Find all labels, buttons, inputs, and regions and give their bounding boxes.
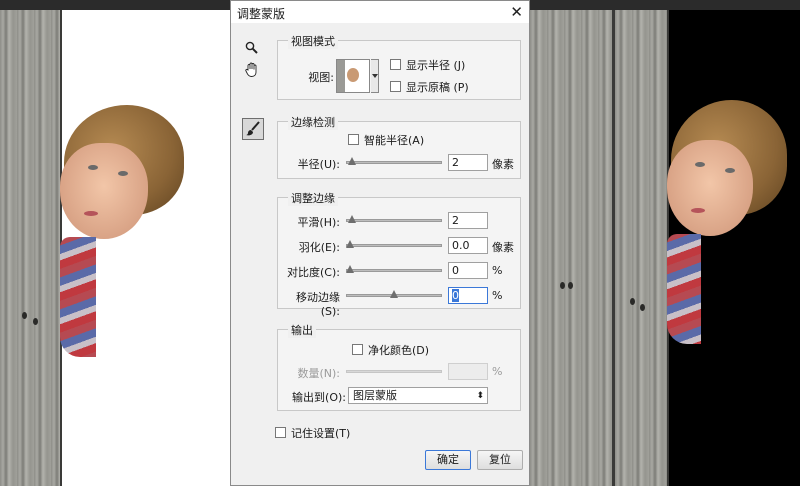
- reset-button[interactable]: 复位: [477, 450, 523, 470]
- amount-unit: %: [492, 365, 503, 378]
- output-to-value: 图层蒙版: [353, 389, 397, 402]
- amount-label: 数量(N):: [297, 367, 340, 380]
- boy-eye: [695, 162, 705, 167]
- view-thumbnail-preview: [347, 68, 359, 82]
- refine-radius-brush-icon[interactable]: [242, 118, 264, 140]
- contrast-unit: %: [492, 264, 503, 277]
- view-mode-dropdown-arrow[interactable]: [371, 59, 379, 93]
- radius-slider-thumb[interactable]: [347, 157, 356, 165]
- remember-settings-label: 记住设置(T): [291, 427, 351, 440]
- left-boy-photo: [60, 105, 190, 365]
- boy-eye: [725, 168, 735, 173]
- left-wood-plank: [0, 10, 60, 486]
- zoom-tool-icon[interactable]: [245, 41, 258, 58]
- output-to-select[interactable]: 图层蒙版 ⬍: [348, 387, 488, 404]
- amount-input: [448, 363, 488, 380]
- view-mode-legend: 视图模式: [288, 33, 338, 49]
- contrast-slider-track[interactable]: [346, 269, 442, 272]
- contrast-input[interactable]: 0: [448, 262, 488, 279]
- radius-slider-track[interactable]: [346, 161, 442, 164]
- feather-slider-thumb[interactable]: [346, 240, 354, 248]
- view-mode-group: 视图模式 视图: 显示半径 (J) 显示原稿 (P): [277, 33, 521, 100]
- shift-edge-slider-thumb[interactable]: [390, 290, 398, 298]
- adjust-edge-group: 调整边缘 平滑(H): 2 羽化(E): 0.0 像素 对比度(C): 0 % …: [277, 190, 521, 318]
- radius-input[interactable]: 2: [448, 154, 488, 171]
- remember-settings-checkbox[interactable]: [275, 427, 286, 438]
- shift-edge-label: 移动边缘(S):: [296, 291, 340, 318]
- smooth-slider-thumb[interactable]: [347, 215, 356, 223]
- contrast-slider-thumb[interactable]: [346, 265, 354, 273]
- dropdown-arrow-icon: ⬍: [476, 391, 484, 401]
- show-original-label: 显示原稿 (P): [406, 81, 469, 94]
- right-wood-plank: [530, 10, 612, 486]
- feather-input[interactable]: 0.0: [448, 237, 488, 254]
- hand-tool-icon[interactable]: [245, 62, 259, 81]
- radius-label: 半径(U):: [297, 158, 340, 171]
- nail-mark: [33, 318, 38, 325]
- show-radius-checkbox[interactable]: [390, 59, 401, 70]
- edge-detection-legend: 边缘检测: [288, 114, 338, 130]
- view-label: 视图:: [308, 71, 334, 84]
- edge-detection-group: 边缘检测 智能半径(A) 半径(U): 2 像素: [277, 114, 521, 179]
- radius-unit: 像素: [492, 158, 514, 171]
- close-icon[interactable]: ✕: [510, 3, 523, 21]
- smart-radius-checkbox[interactable]: [348, 134, 359, 145]
- boy-eye: [88, 165, 98, 170]
- contrast-label: 对比度(C):: [287, 266, 340, 279]
- shift-edge-unit: %: [492, 289, 503, 302]
- show-original-checkbox[interactable]: [390, 81, 401, 92]
- show-radius-label: 显示半径 (J): [406, 59, 466, 72]
- nail-mark: [560, 282, 565, 289]
- right-boy-photo: [667, 100, 792, 360]
- smooth-slider-track[interactable]: [346, 219, 442, 222]
- view-mode-thumbnail[interactable]: [336, 59, 370, 93]
- smooth-input[interactable]: 2: [448, 212, 488, 229]
- smart-radius-label: 智能半径(A): [364, 134, 425, 147]
- decontaminate-colors-label: 净化颜色(D): [368, 344, 430, 357]
- boy-shirt: [667, 234, 701, 344]
- boy-shirt: [60, 237, 96, 357]
- ok-button[interactable]: 确定: [425, 450, 471, 470]
- output-legend: 输出: [288, 322, 316, 338]
- boy-eye: [118, 171, 128, 176]
- dialog-titlebar[interactable]: 调整蒙版 ✕: [231, 1, 529, 23]
- dialog-title: 调整蒙版: [237, 7, 286, 21]
- nail-mark: [568, 282, 573, 289]
- nail-mark: [630, 298, 635, 305]
- adjust-edge-legend: 调整边缘: [288, 190, 338, 206]
- right-wood-plank: [615, 10, 667, 486]
- amount-slider-track: [346, 370, 442, 373]
- boy-face: [60, 143, 148, 239]
- refine-mask-dialog: 调整蒙版 ✕ 视图模式 视图: 显示半径 (J) 显示原稿 (P) 边缘检测 智…: [230, 0, 530, 486]
- nail-mark: [22, 312, 27, 319]
- smooth-label: 平滑(H):: [297, 216, 340, 229]
- output-to-label: 输出到(O):: [292, 391, 346, 404]
- decontaminate-colors-checkbox[interactable]: [352, 344, 363, 355]
- boy-mouth: [84, 211, 98, 216]
- feather-unit: 像素: [492, 241, 514, 254]
- feather-slider-track[interactable]: [346, 244, 442, 247]
- boy-mouth: [691, 208, 705, 213]
- boy-face: [667, 140, 753, 236]
- shift-edge-value-selected: 0: [452, 289, 459, 302]
- nail-mark: [640, 304, 645, 311]
- output-group: 输出 净化颜色(D) 数量(N): % 输出到(O): 图层蒙版 ⬍: [277, 322, 521, 411]
- shift-edge-input[interactable]: 0: [448, 287, 488, 304]
- feather-label: 羽化(E):: [298, 241, 340, 254]
